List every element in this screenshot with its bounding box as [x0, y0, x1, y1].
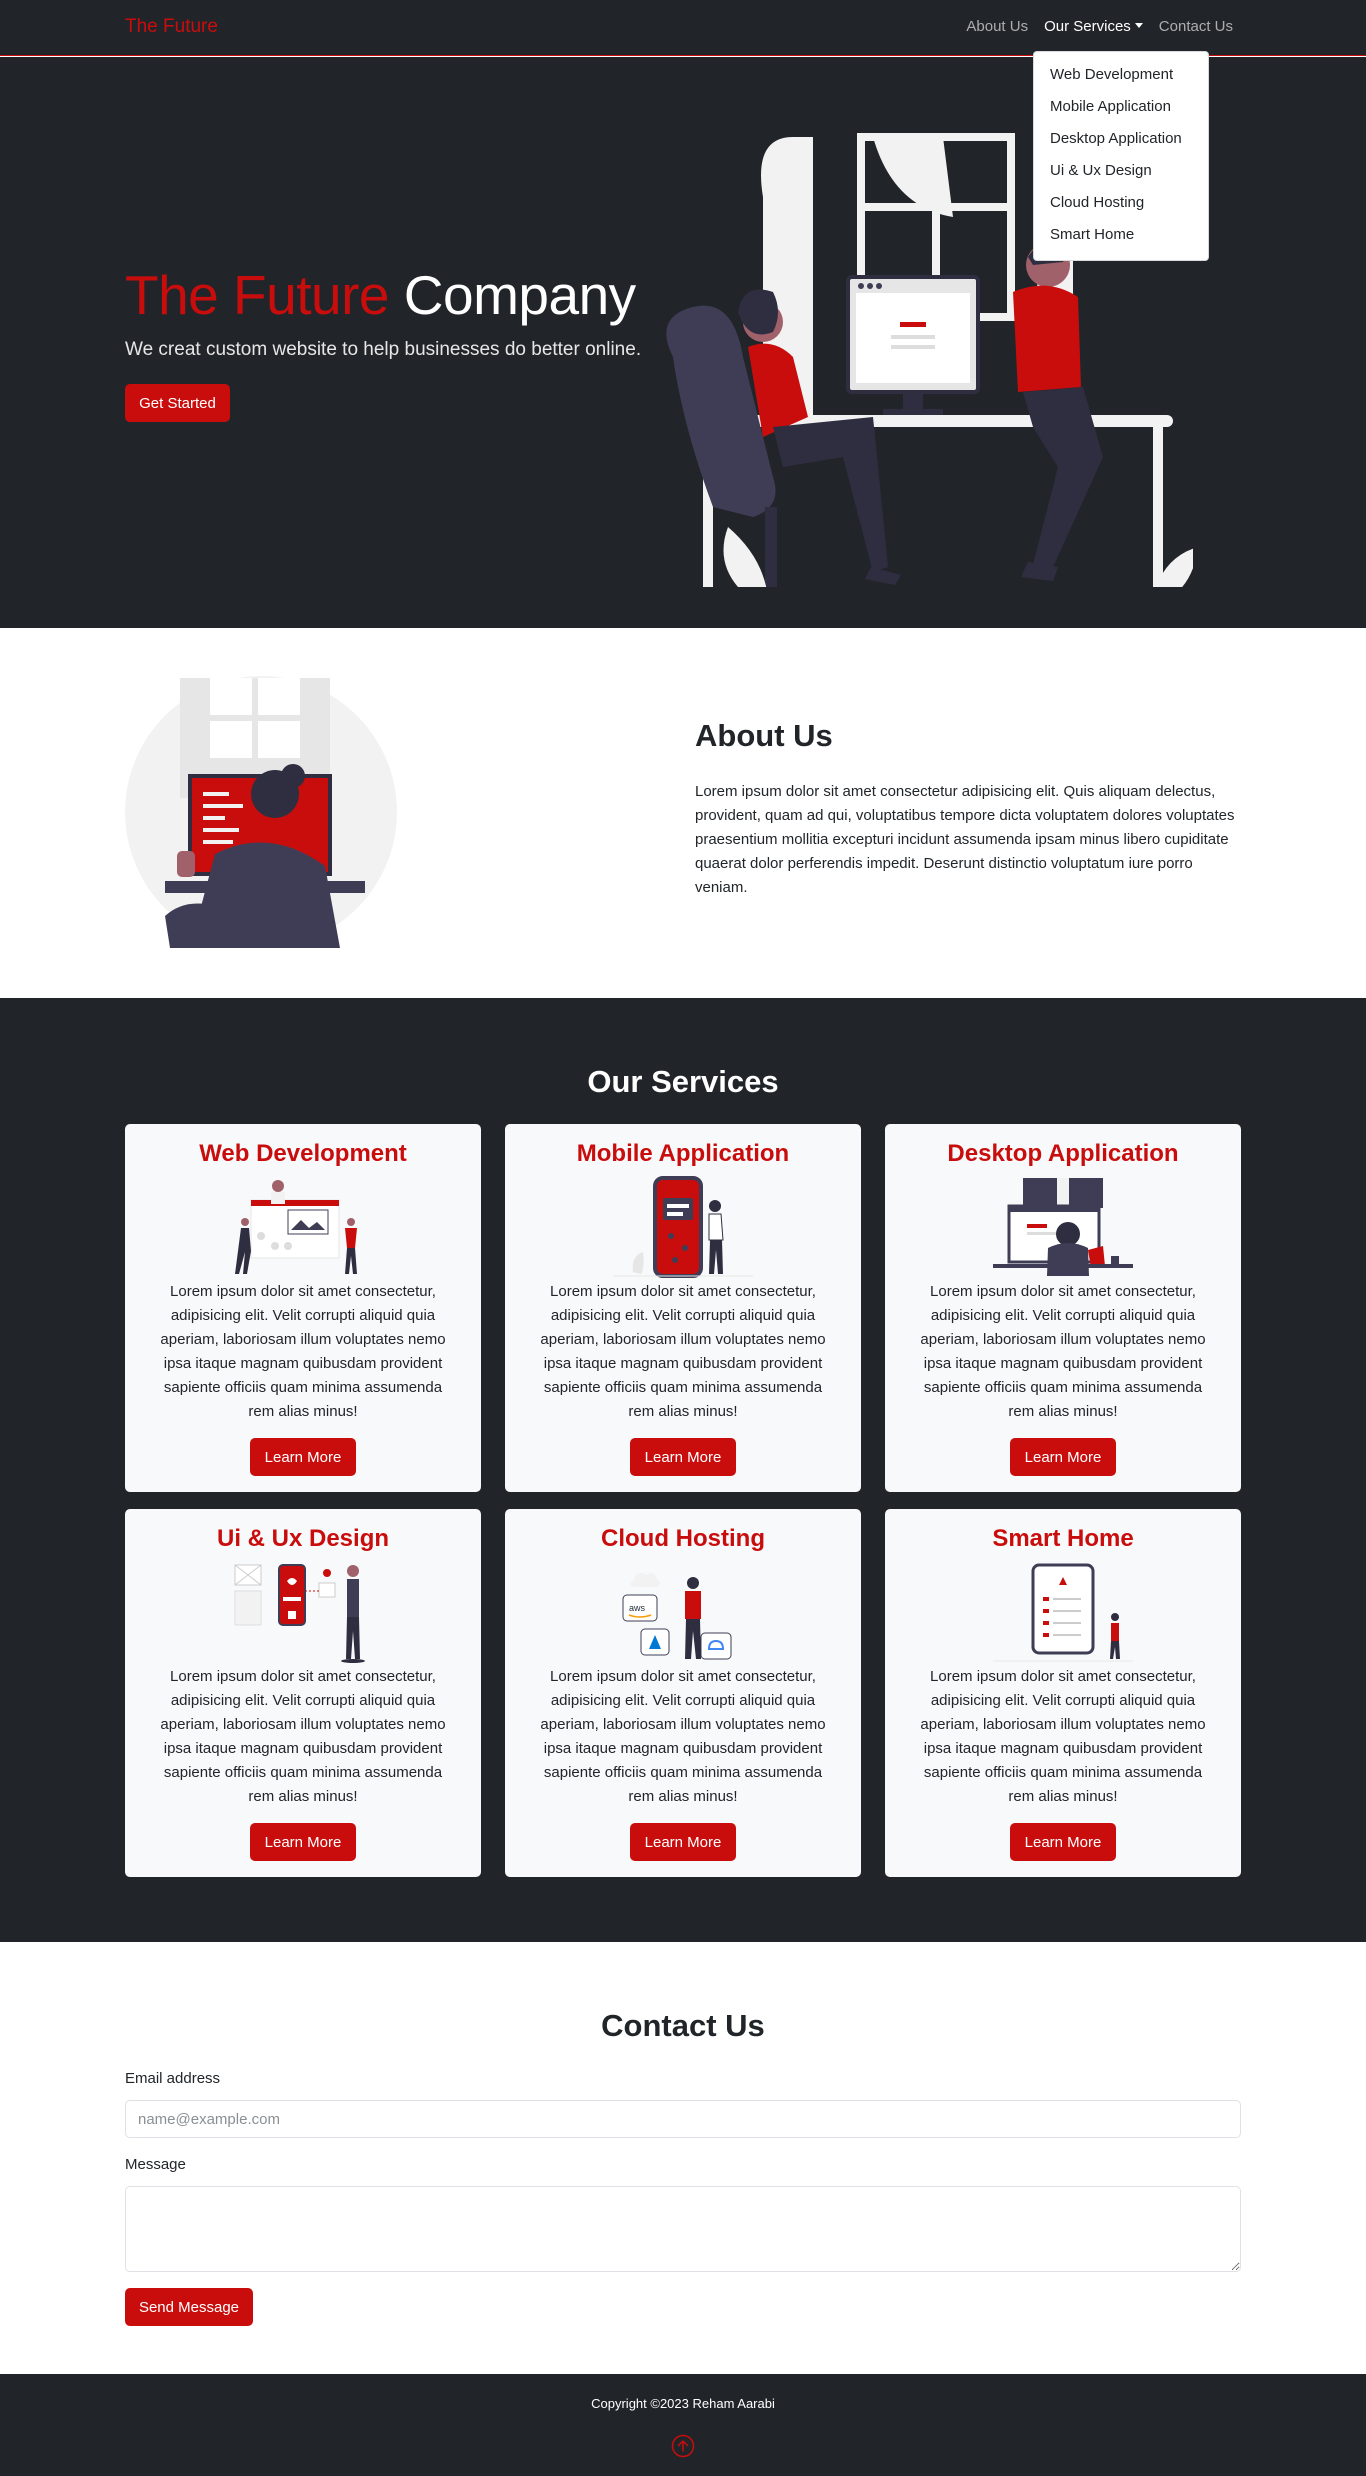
- dropdown-item-mobile[interactable]: Mobile Application: [1034, 92, 1208, 124]
- hero-title: The Future Company: [125, 263, 636, 327]
- hero-title-white: Company: [403, 264, 636, 326]
- desktop-application-illustration: [993, 1178, 1133, 1276]
- card-text: Lorem ipsum dolor sit amet consectetur, …: [540, 1668, 826, 1805]
- nav-contact[interactable]: Contact Us: [1159, 18, 1233, 35]
- email-label: Email address: [125, 2070, 221, 2087]
- card-title: Ui & Ux Design: [216, 1525, 390, 1552]
- service-card-mobile: Mobile Application Lorem ipsum dolor sit…: [505, 1124, 861, 1492]
- about-title: About Us: [695, 718, 833, 753]
- card-title: Smart Home: [992, 1525, 1134, 1552]
- message-label: Message: [125, 2156, 186, 2173]
- nav-links: About Us Our Services Contact Us: [966, 18, 1233, 35]
- learn-more-button[interactable]: Learn More: [630, 1823, 736, 1861]
- card-text: Lorem ipsum dolor sit amet consectetur, …: [160, 1283, 446, 1420]
- smart-home-illustration: [993, 1563, 1133, 1662]
- services-title: Our Services: [587, 1064, 779, 1099]
- caret-down-icon: [1134, 23, 1143, 28]
- web-development-illustration: [235, 1180, 357, 1274]
- navbar: The Future About Us Our Services Contact…: [0, 0, 1366, 56]
- card-title: Web Development: [199, 1140, 407, 1167]
- dropdown-item-web[interactable]: Web Development: [1034, 60, 1208, 92]
- card-text: Lorem ipsum dolor sit amet consectetur, …: [920, 1283, 1206, 1420]
- mobile-application-illustration: [613, 1176, 753, 1278]
- get-started-button[interactable]: Get Started: [125, 384, 230, 422]
- services-section: Our Services Web Development Lorem ipsum…: [0, 998, 1366, 1942]
- service-card-cloud: Cloud Hosting aws Lorem ipsum dolor sit …: [505, 1509, 861, 1877]
- svg-text:aws: aws: [629, 1603, 646, 1613]
- learn-more-button[interactable]: Learn More: [250, 1438, 356, 1476]
- learn-more-button[interactable]: Learn More: [1010, 1438, 1116, 1476]
- brand-logo[interactable]: The Future: [125, 16, 218, 38]
- about-section: About Us Lorem ipsum dolor sit amet cons…: [0, 628, 1366, 998]
- card-text: Lorem ipsum dolor sit amet consectetur, …: [920, 1668, 1206, 1805]
- services-dropdown: Web Development Mobile Application Deskt…: [1033, 51, 1209, 261]
- learn-more-button[interactable]: Learn More: [630, 1438, 736, 1476]
- copyright-text: Copyright ©2023 Reham Aarabi: [591, 2396, 775, 2411]
- arrow-up-circle-icon[interactable]: [671, 2434, 695, 2458]
- dropdown-item-uiux[interactable]: Ui & Ux Design: [1034, 156, 1208, 188]
- about-illustration: [125, 676, 397, 948]
- contact-section: Contact Us Email address Message Send Me…: [0, 1942, 1366, 2374]
- nav-services[interactable]: Our Services: [1044, 18, 1143, 35]
- service-card-web: Web Development Lorem ipsum dolor sit am…: [125, 1124, 481, 1492]
- card-text: Lorem ipsum dolor sit amet consectetur, …: [160, 1668, 446, 1805]
- nav-services-label: Our Services: [1044, 18, 1131, 35]
- about-text: Lorem ipsum dolor sit amet consectetur a…: [695, 783, 1235, 896]
- service-card-desktop: Desktop Application Lorem ipsum dolor si…: [885, 1124, 1241, 1492]
- ui-ux-design-illustration: [234, 1564, 365, 1663]
- card-title: Desktop Application: [947, 1140, 1179, 1167]
- learn-more-button[interactable]: Learn More: [1010, 1823, 1116, 1861]
- send-message-button[interactable]: Send Message: [125, 2288, 253, 2326]
- cloud-hosting-illustration: aws: [622, 1572, 732, 1660]
- contact-title: Contact Us: [601, 2008, 765, 2043]
- learn-more-button[interactable]: Learn More: [250, 1823, 356, 1861]
- dropdown-item-smarthome[interactable]: Smart Home: [1034, 220, 1208, 252]
- email-field[interactable]: [125, 2100, 1241, 2138]
- message-field[interactable]: [125, 2186, 1241, 2272]
- dropdown-item-desktop[interactable]: Desktop Application: [1034, 124, 1208, 156]
- card-title: Mobile Application: [576, 1140, 790, 1167]
- hero-title-red: The Future: [125, 264, 390, 326]
- nav-about[interactable]: About Us: [966, 18, 1028, 35]
- service-card-uiux: Ui & Ux Design Lorem ipsum dolor sit ame…: [125, 1509, 481, 1877]
- service-card-smarthome: Smart Home Lorem ipsum dolor sit amet co…: [885, 1509, 1241, 1877]
- footer: Copyright ©2023 Reham Aarabi: [0, 2374, 1366, 2476]
- dropdown-item-cloud[interactable]: Cloud Hosting: [1034, 188, 1208, 220]
- hero-subtitle: We creat custom website to help business…: [125, 339, 642, 360]
- card-title: Cloud Hosting: [601, 1525, 765, 1552]
- card-text: Lorem ipsum dolor sit amet consectetur, …: [540, 1283, 826, 1420]
